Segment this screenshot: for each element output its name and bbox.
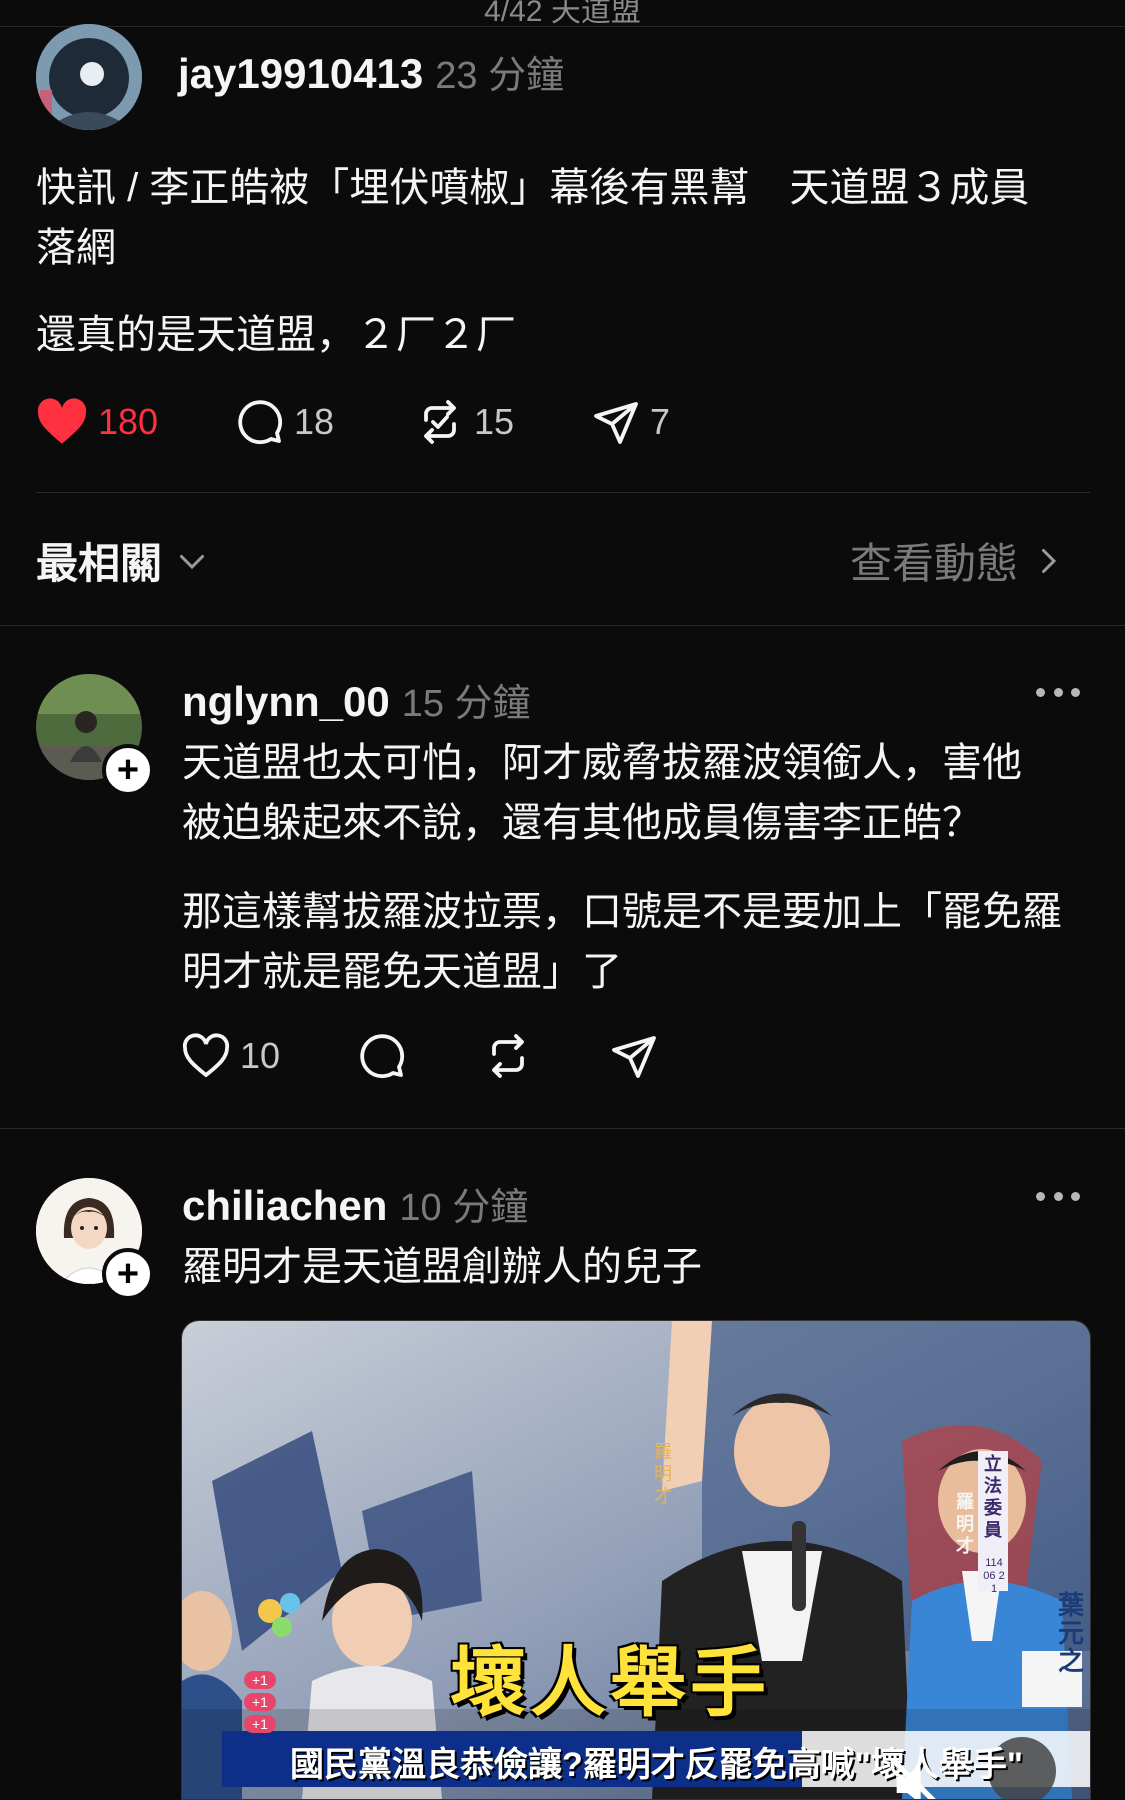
share-count: 7 (650, 401, 671, 442)
reply-repost-button[interactable] (484, 1032, 610, 1080)
image-side-label: 立法委員 (984, 1454, 1002, 1540)
reply-header: nglynn_00 15 分鐘 (182, 672, 531, 727)
top-bar-title: 4/42 天道盟 (484, 0, 641, 28)
divider (36, 492, 1090, 493)
view-activity-label: 查看動態 (850, 540, 1019, 587)
post-title-line1: 快訊 / 李正皓被「埋伏噴椒」幕後有黑幫 天道盟３成員 (36, 166, 1030, 210)
post-title-line2: 落網 (36, 226, 116, 270)
reaction-badge: +1 (244, 1715, 276, 1733)
post-header: jay19910413 23 分鐘 (178, 44, 564, 99)
more-options-button[interactable] (1036, 1192, 1080, 1204)
sort-dropdown[interactable]: 最相關 (36, 530, 210, 591)
top-bar: 4/42 天道盟 (0, 0, 1125, 28)
follow-plus-button[interactable]: + (102, 744, 154, 796)
divider (0, 1128, 1125, 1129)
chevron-right-icon (1042, 548, 1057, 573)
reply-text-line: 那這樣幫拔羅波拉票，口號是不是要加上「罷免羅 (182, 890, 1062, 934)
reply-text-line: 被迫躲起來不說，還有其他成員傷害李正皓？ (182, 801, 982, 845)
repost-button[interactable]: 15 (416, 398, 592, 446)
comment-icon (360, 1034, 405, 1079)
reply-like-button[interactable]: 10 (182, 1033, 358, 1079)
image-reactions: +1 +1 +1 (244, 1671, 276, 1733)
image-date-strip: 114 06 21 (983, 1557, 1005, 1595)
send-icon (594, 402, 638, 444)
follow-plus-button[interactable]: + (102, 1248, 154, 1300)
more-options-button[interactable] (1036, 688, 1080, 700)
image-vest-text: 羅明才 (654, 1442, 672, 1506)
mute-button[interactable] (886, 1753, 950, 1799)
speaker-muted-icon (892, 1759, 936, 1799)
reply-username[interactable]: chiliachen (182, 1182, 387, 1229)
reply-text-line: 明才就是罷免天道盟」了 (182, 950, 622, 994)
reply-comment-button[interactable] (358, 1032, 484, 1080)
reply-text-line: 天道盟也太可怕，阿才威脅拔羅波領銜人，害他 (182, 741, 1022, 785)
reply-share-button[interactable] (610, 1032, 668, 1080)
image-side-name: 羅明才 (956, 1492, 974, 1556)
like-count: 180 (98, 401, 159, 442)
post-username[interactable]: jay19910413 (178, 50, 423, 97)
reply-time: 15 分鐘 (401, 683, 531, 725)
reply-time: 10 分鐘 (399, 1187, 529, 1229)
chevron-down-icon (180, 554, 205, 569)
reply-text: 羅明才是天道盟創辦人的兒子 (182, 1245, 702, 1289)
reply-header: chiliachen 10 分鐘 (182, 1176, 528, 1231)
heart-filled-icon (37, 398, 87, 444)
reply-actions: 10 (182, 1032, 668, 1080)
post-title: 快訊 / 李正皓被「埋伏噴椒」幕後有黑幫 天道盟３成員 落網 (36, 158, 1096, 278)
heart-icon (182, 1033, 230, 1078)
comment-icon (238, 400, 283, 445)
reply-text-paragraph: 那這樣幫拔羅波拉票，口號是不是要加上「罷免羅 明才就是罷免天道盟」了 (182, 882, 1102, 1002)
image-headline: 壞人舉手 (450, 1641, 770, 1726)
reaction-badge: +1 (244, 1671, 276, 1689)
repost-count: 15 (474, 401, 515, 442)
like-button[interactable]: 180 (36, 398, 236, 446)
post-actions: 180 18 15 7 (36, 398, 670, 446)
image-right-person: 葉元之 (1058, 1590, 1085, 1676)
reaction-badge: +1 (244, 1693, 276, 1711)
image-side-label-box (962, 1433, 963, 1434)
repost-icon (492, 1034, 524, 1078)
repost-check-icon (424, 400, 456, 444)
post-body: 還真的是天道盟，２厂２厂 (36, 313, 516, 357)
comment-button[interactable]: 18 (236, 398, 416, 446)
reply-text: 天道盟也太可怕，阿才威脅拔羅波領銜人，害他 被迫躲起來不說，還有其他成員傷害李正… (182, 733, 1102, 853)
sort-label: 最相關 (36, 540, 163, 587)
reply-username[interactable]: nglynn_00 (182, 678, 390, 725)
post-time: 23 分鐘 (435, 55, 565, 97)
post-author-avatar[interactable] (36, 24, 142, 130)
divider (0, 625, 1125, 626)
share-button[interactable]: 7 (592, 398, 670, 446)
reply-like-count: 10 (240, 1035, 281, 1076)
attached-image[interactable]: 立法委員 羅明才 114 06 21 羅明才 葉元之 壞人舉手 國民黨溫良恭儉讓… (181, 1320, 1091, 1800)
view-activity-link[interactable]: 查看動態 (850, 530, 1066, 591)
comment-count: 18 (294, 401, 335, 442)
send-icon (612, 1036, 656, 1078)
